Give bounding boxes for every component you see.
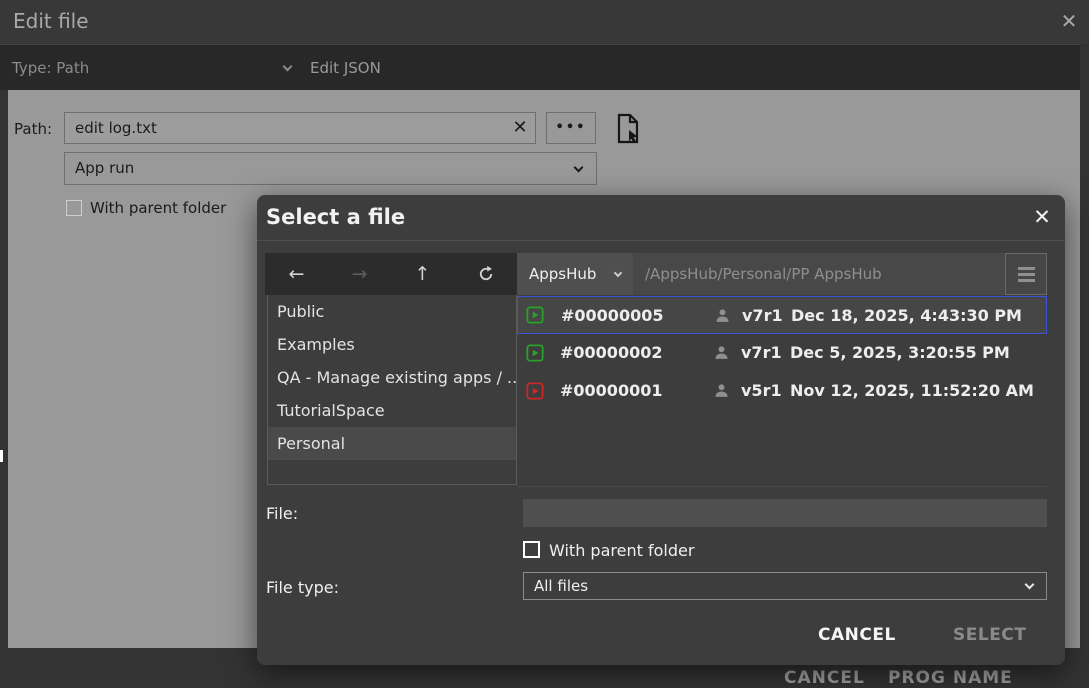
sidebar-item-tutorialspace[interactable]: TutorialSpace — [268, 394, 516, 427]
space-select[interactable]: AppsHub — [517, 253, 633, 295]
file-name: #00000005 — [561, 306, 663, 325]
edit-file-title: Edit file — [13, 9, 89, 33]
file-type-select[interactable]: All files — [523, 572, 1047, 600]
run-select-value: App run — [75, 159, 134, 177]
forward-icon: → — [328, 253, 391, 295]
run-success-icon — [526, 306, 544, 324]
table-row[interactable]: #00000002 v7r1 Dec 5, 2025, 3:20:55 PM — [517, 334, 1047, 372]
file-name-input[interactable] — [523, 499, 1047, 527]
edit-json-link[interactable]: Edit JSON — [310, 59, 381, 77]
nav-section: ← → ↑ — [265, 253, 517, 295]
close-icon[interactable]: ✕ — [1056, 8, 1082, 34]
file-field-label: File: — [266, 504, 298, 523]
sidebar-item-public[interactable]: Public — [268, 295, 516, 328]
sidebar-item-examples[interactable]: Examples — [268, 328, 516, 361]
cancel-button[interactable]: CANCEL — [818, 625, 896, 645]
chevron-down-icon — [283, 62, 293, 72]
clear-path-icon[interactable]: ✕ — [510, 118, 530, 138]
browse-more-button[interactable]: ••• — [546, 112, 596, 144]
path-input[interactable]: edit log.txt — [64, 112, 536, 144]
type-select-value: Type: Path — [12, 59, 89, 77]
edit-file-cancel-button-clipped[interactable]: CANCEL — [784, 668, 865, 688]
type-select[interactable]: Type: Path — [12, 57, 302, 81]
file-type-label: File type: — [266, 578, 339, 597]
select-button[interactable]: SELECT — [953, 625, 1026, 645]
file-list: #00000005 v7r1 Dec 18, 2025, 4:43:30 PM … — [517, 295, 1047, 487]
file-name: #00000001 — [560, 381, 662, 400]
run-error-icon — [526, 382, 544, 400]
with-parent-folder-checkbox[interactable] — [66, 200, 82, 216]
chevron-down-icon — [1025, 580, 1035, 590]
user-icon — [714, 307, 731, 324]
hamburger-icon — [1018, 267, 1035, 285]
spaces-sidebar: Public Examples QA - Manage existing app… — [267, 295, 517, 485]
file-version: v7r1 — [742, 306, 783, 325]
space-select-value: AppsHub — [529, 265, 596, 283]
sidebar-item-qa[interactable]: QA - Manage existing apps / ... — [268, 361, 516, 394]
run-select[interactable]: App run — [64, 152, 597, 185]
sidebar-item-personal[interactable]: Personal — [268, 427, 516, 460]
select-file-title: Select a file — [266, 205, 405, 229]
edit-file-prog-name-button-clipped[interactable]: PROG NAME — [888, 668, 1013, 688]
path-label: Path: — [14, 120, 52, 138]
file-date: Dec 5, 2025, 3:20:55 PM — [790, 343, 1010, 362]
with-parent-folder-label: With parent folder — [549, 541, 694, 560]
run-success-icon — [526, 344, 544, 362]
user-icon — [713, 344, 730, 361]
file-version: v7r1 — [741, 343, 782, 362]
back-icon[interactable]: ← — [265, 253, 328, 295]
file-name: #00000002 — [560, 343, 662, 362]
up-icon[interactable]: ↑ — [391, 253, 454, 295]
file-date: Nov 12, 2025, 11:52:20 AM — [790, 381, 1034, 400]
breadcrumb-path[interactable]: /AppsHub/Personal/PP AppsHub — [633, 253, 1005, 295]
refresh-icon[interactable] — [454, 253, 517, 295]
file-version: v5r1 — [741, 381, 782, 400]
close-icon[interactable]: ✕ — [1029, 204, 1055, 230]
left-edge-tick — [0, 450, 3, 462]
select-file-dialog: Select a file ✕ ← → ↑ AppsHub /AppsHub/P… — [257, 195, 1065, 665]
table-row[interactable]: #00000005 v7r1 Dec 18, 2025, 4:43:30 PM — [517, 296, 1047, 334]
file-type-value: All files — [534, 577, 588, 595]
chevron-down-icon — [574, 163, 584, 173]
user-icon — [713, 382, 730, 399]
table-row[interactable]: #00000001 v5r1 Nov 12, 2025, 11:52:20 AM — [517, 372, 1047, 410]
file-date: Dec 18, 2025, 4:43:30 PM — [791, 306, 1022, 325]
list-menu-button[interactable] — [1005, 253, 1047, 295]
type-bar: Type: Path Edit JSON — [0, 44, 1080, 90]
divider — [257, 240, 1065, 241]
chevron-down-icon — [614, 269, 622, 277]
edit-file-titlebar: Edit file ✕ — [0, 0, 1089, 44]
file-pick-icon[interactable] — [614, 113, 642, 144]
with-parent-folder-label: With parent folder — [90, 199, 226, 217]
with-parent-folder-checkbox[interactable] — [523, 541, 540, 558]
file-browser-toolbar: ← → ↑ AppsHub /AppsHub/Personal/PP AppsH… — [265, 253, 1047, 295]
